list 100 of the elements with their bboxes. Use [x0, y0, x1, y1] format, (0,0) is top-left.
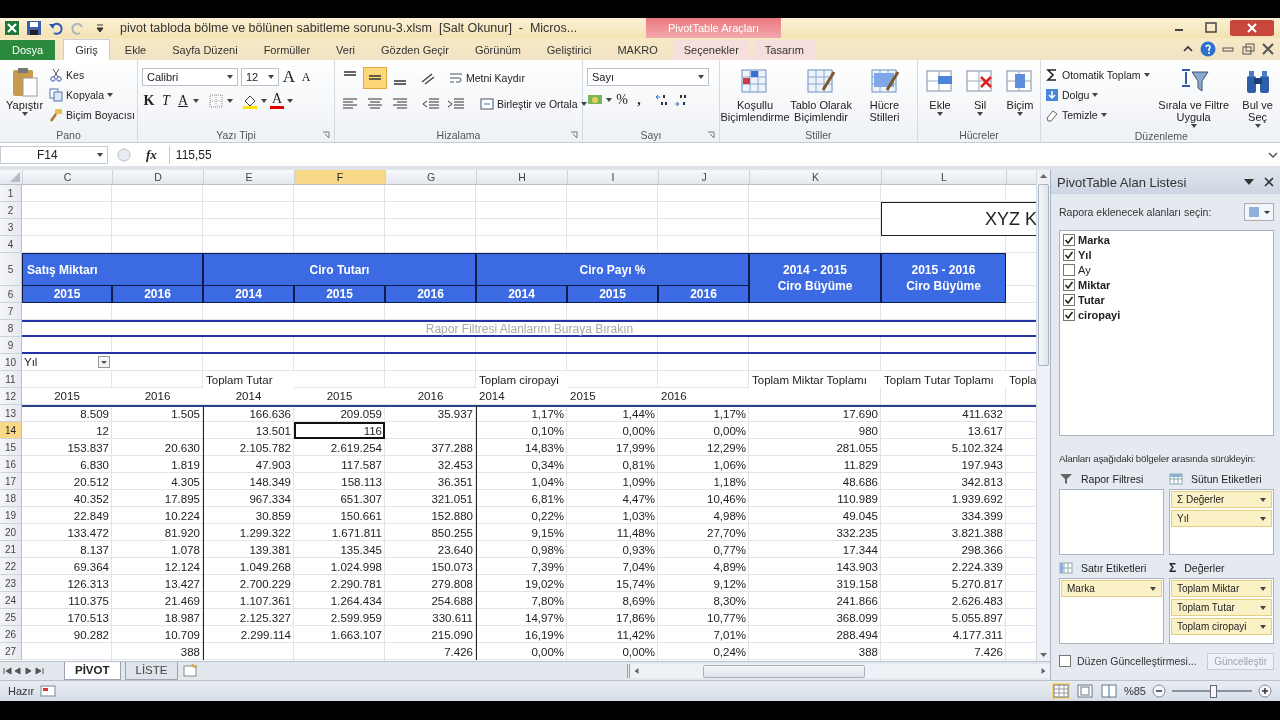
scrollbar-thumb[interactable]: [703, 664, 865, 678]
cells-button[interactable]: Sil: [962, 64, 998, 118]
column-header[interactable]: D: [112, 170, 203, 184]
field-chip[interactable]: Toplam Miktar: [1171, 580, 1272, 597]
save-icon[interactable]: [26, 20, 42, 36]
cut-button[interactable]: Kes: [49, 66, 135, 83]
column-header[interactable]: F: [294, 170, 385, 184]
ribbon-tab[interactable]: Geliştirici: [535, 40, 603, 60]
checkbox[interactable]: [1063, 309, 1075, 321]
font-color-button[interactable]: A: [270, 92, 284, 109]
row-header[interactable]: 20: [0, 524, 22, 541]
row-header[interactable]: 19: [0, 507, 22, 524]
cells-button[interactable]: Ekle: [922, 64, 958, 118]
row-header[interactable]: 3: [0, 219, 22, 236]
row-header[interactable]: 22: [0, 558, 22, 575]
style-button[interactable]: Hücre Stilleri: [856, 64, 913, 125]
row-header[interactable]: 1: [0, 185, 22, 202]
column-header[interactable]: C: [22, 170, 112, 184]
row-header[interactable]: 17: [0, 473, 22, 490]
restore-icon[interactable]: [1240, 41, 1256, 57]
copy-button[interactable]: Kopyala: [49, 86, 135, 103]
wrap-text-button[interactable]: Metni Kaydır: [449, 69, 525, 87]
area-box[interactable]: Toplam Miktar Toplam Tutar Toplam ciropayi: [1169, 578, 1274, 644]
style-button[interactable]: Tablo Olarak Biçimlendir: [790, 64, 852, 125]
sheet-tab[interactable]: PİVOT: [64, 662, 121, 680]
checkbox[interactable]: [1059, 655, 1071, 667]
column-header[interactable]: L: [881, 170, 1006, 184]
number-format-dropdown[interactable]: Sayı: [587, 68, 709, 86]
row-header[interactable]: 18: [0, 490, 22, 507]
page-break-icon[interactable]: [1099, 683, 1118, 699]
close-icon[interactable]: [1230, 20, 1274, 36]
help-icon[interactable]: [1200, 41, 1216, 57]
row-header[interactable]: 23: [0, 575, 22, 592]
column-header[interactable]: J: [658, 170, 749, 184]
row-header[interactable]: 25: [0, 609, 22, 626]
font-size-dropdown[interactable]: 12: [241, 68, 279, 86]
underline-button[interactable]: A: [176, 92, 190, 109]
row-header[interactable]: 24: [0, 592, 22, 609]
fill-button[interactable]: Dolgu: [1045, 86, 1150, 103]
field-chip[interactable]: Marka: [1061, 580, 1162, 597]
row-header[interactable]: 8: [0, 320, 22, 337]
dialog-launcher-icon[interactable]: [570, 131, 578, 139]
row-header[interactable]: 6: [0, 286, 22, 303]
format-painter-button[interactable]: Biçim Boyacısı: [49, 106, 135, 123]
scrollbar-thumb[interactable]: [1038, 184, 1049, 366]
zoom-slider-thumb[interactable]: [1210, 685, 1217, 698]
sheet-tab[interactable]: LİSTE: [124, 662, 179, 680]
ribbon-tab[interactable]: Tasarım: [753, 40, 815, 60]
font-name-dropdown[interactable]: Calibri: [142, 68, 238, 86]
ribbon-tab[interactable]: Giriş: [63, 39, 110, 60]
page-filter-dropdown[interactable]: Yıl: [22, 354, 112, 371]
row-header[interactable]: 13: [0, 405, 22, 422]
ribbon-tab[interactable]: MAKRO: [606, 40, 669, 60]
cells-button[interactable]: Biçim: [1002, 64, 1038, 118]
splitter-handle-icon[interactable]: [114, 146, 134, 163]
italic-button[interactable]: T: [159, 92, 173, 109]
ribbon-tab[interactable]: Formüller: [252, 40, 322, 60]
ribbon-tab[interactable]: Gözden Geçir: [370, 40, 460, 60]
thousands-separator-button[interactable]: ,: [632, 92, 646, 108]
column-header[interactable]: H: [476, 170, 567, 184]
percent-button[interactable]: %: [615, 92, 629, 108]
dialog-launcher-icon[interactable]: [707, 131, 715, 139]
column-header[interactable]: G: [385, 170, 476, 184]
checkbox[interactable]: [1063, 234, 1075, 246]
checkbox[interactable]: [1063, 264, 1075, 276]
close-icon[interactable]: [1262, 175, 1276, 189]
sort-filter-button[interactable]: Sırala ve Filtre Uygula: [1153, 64, 1234, 130]
row-header[interactable]: 26: [0, 626, 22, 643]
row-header[interactable]: 16: [0, 456, 22, 473]
shrink-font-button[interactable]: A: [299, 69, 313, 85]
row-header[interactable]: 5: [0, 253, 22, 286]
ribbon-tab[interactable]: Görünüm: [463, 40, 532, 60]
ribbon-tab[interactable]: Seçenekler: [672, 40, 750, 60]
bold-button[interactable]: K: [142, 92, 156, 109]
ribbon-tab[interactable]: Ekle: [113, 40, 158, 60]
row-header[interactable]: 7: [0, 303, 22, 320]
row-header[interactable]: 11: [0, 371, 22, 388]
area-box[interactable]: Marka: [1059, 578, 1164, 644]
field-chip[interactable]: Toplam ciropayi: [1171, 618, 1272, 635]
ribbon-tab[interactable]: Dosya: [0, 40, 56, 60]
row-header[interactable]: 4: [0, 236, 22, 253]
dialog-launcher-icon[interactable]: [322, 131, 330, 139]
vertical-align-icon[interactable]: [364, 68, 386, 88]
row-header[interactable]: 27: [0, 643, 22, 660]
ribbon-tab[interactable]: Sayfa Düzeni: [161, 40, 249, 60]
undo-icon[interactable]: [48, 20, 64, 36]
checkbox[interactable]: [1063, 279, 1075, 291]
row-header[interactable]: 15: [0, 439, 22, 456]
horizontal-scrollbar[interactable]: [627, 664, 1050, 678]
merge-center-button[interactable]: Birleştir ve Ortala: [480, 95, 587, 113]
row-header[interactable]: 2: [0, 202, 22, 219]
close-icon[interactable]: [1260, 41, 1276, 57]
insert-function-button[interactable]: fx: [140, 146, 163, 163]
column-header[interactable]: I: [567, 170, 658, 184]
column-header[interactable]: K: [749, 170, 881, 184]
page-layout-icon[interactable]: [1075, 683, 1094, 699]
active-cell[interactable]: 116: [294, 422, 385, 439]
field-chip[interactable]: Yıl: [1171, 510, 1272, 527]
ribbon-tab[interactable]: Veri: [325, 40, 367, 60]
autosum-button[interactable]: Otomatik Toplam: [1045, 66, 1150, 83]
